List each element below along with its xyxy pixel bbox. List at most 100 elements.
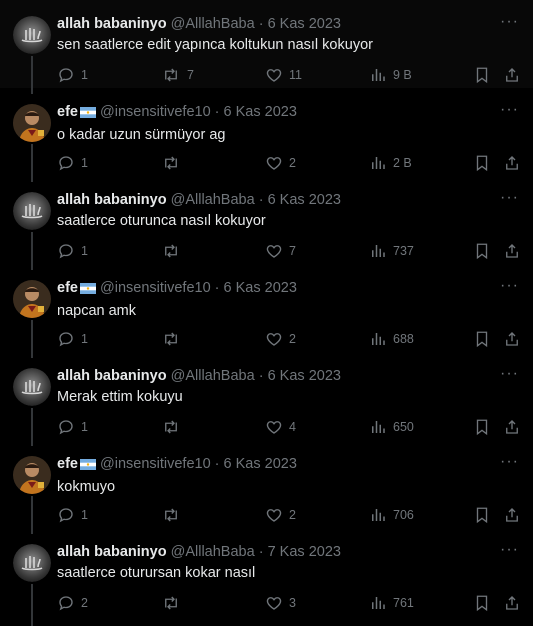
tweet[interactable]: ··· allah babaninyo @AlllahBaba · 6 Kas 2… [0, 352, 533, 446]
share-button[interactable] [503, 154, 523, 172]
heart-icon [265, 330, 283, 348]
retweet-button[interactable] [161, 594, 265, 612]
like-button[interactable]: 4 [265, 418, 369, 436]
share-icon [503, 242, 521, 260]
retweet-button[interactable] [161, 330, 265, 348]
share-icon [503, 154, 521, 172]
tweet-text: Merak ettim kokuyu [57, 389, 183, 405]
display-name[interactable]: efe [57, 280, 78, 296]
retweet-button[interactable] [161, 418, 265, 436]
views-button[interactable]: 688 [369, 330, 473, 348]
retweet-button[interactable] [161, 242, 265, 260]
more-options-icon[interactable]: ··· [500, 542, 519, 558]
separator-dot: · [258, 192, 264, 208]
tweet-date[interactable]: 6 Kas 2023 [224, 104, 297, 120]
reply-button[interactable]: 1 [57, 330, 161, 348]
display-name[interactable]: efe [57, 456, 78, 472]
views-button[interactable]: 2 B [369, 154, 473, 172]
heart-icon [265, 594, 283, 612]
bookmark-button[interactable] [473, 418, 503, 436]
bookmark-button[interactable] [473, 66, 503, 84]
tweet-date[interactable]: 6 Kas 2023 [224, 456, 297, 472]
arabic-calligraphy-avatar[interactable] [13, 16, 51, 54]
reply-button[interactable]: 1 [57, 242, 161, 260]
retweet-button[interactable] [161, 154, 265, 172]
reply-button[interactable]: 1 [57, 66, 161, 84]
share-button[interactable] [503, 242, 523, 260]
like-button[interactable]: 11 [265, 66, 369, 84]
football-player-avatar[interactable] [13, 280, 51, 318]
reply-button[interactable]: 1 [57, 506, 161, 524]
like-button[interactable]: 2 [265, 506, 369, 524]
share-button[interactable] [503, 66, 523, 84]
display-name[interactable]: allah babaninyo [57, 368, 167, 384]
share-button[interactable] [503, 418, 523, 436]
user-handle[interactable]: @insensitivefe10 [100, 456, 211, 472]
display-name[interactable]: allah babaninyo [57, 16, 167, 32]
tweet[interactable]: ··· efe @insensitivefe10 · 6 Kas 2023 napc… [0, 264, 533, 358]
arabic-calligraphy-avatar[interactable] [13, 192, 51, 230]
like-button[interactable]: 2 [265, 154, 369, 172]
display-name[interactable]: allah babaninyo [57, 192, 167, 208]
retweet-icon [161, 66, 181, 84]
like-button[interactable]: 2 [265, 330, 369, 348]
arabic-calligraphy-avatar[interactable] [13, 368, 51, 406]
tweet[interactable]: ··· allah babaninyo @AlllahBaba · 6 Kas 2… [0, 176, 533, 270]
user-handle[interactable]: @insensitivefe10 [100, 104, 211, 120]
reply-icon [57, 154, 75, 172]
bookmark-button[interactable] [473, 594, 503, 612]
tweet-date[interactable]: 7 Kas 2023 [268, 544, 341, 560]
bookmark-button[interactable] [473, 242, 503, 260]
football-player-avatar[interactable] [13, 456, 51, 494]
views-button[interactable]: 650 [369, 418, 473, 436]
like-button[interactable]: 7 [265, 242, 369, 260]
bookmark-button[interactable] [473, 506, 503, 524]
share-icon [503, 506, 521, 524]
more-options-icon[interactable]: ··· [500, 14, 519, 30]
tweet-date[interactable]: 6 Kas 2023 [268, 16, 341, 32]
tweet[interactable]: ··· allah babaninyo @AlllahBaba · 6 Kas 2… [0, 0, 533, 94]
share-button[interactable] [503, 330, 523, 348]
views-icon [369, 594, 387, 612]
share-button[interactable] [503, 506, 523, 524]
tweet-text: napcan amk [57, 303, 136, 319]
tweet[interactable]: ··· allah babaninyo @AlllahBaba · 7 Kas 2… [0, 528, 533, 626]
more-options-icon[interactable]: ··· [500, 190, 519, 206]
retweet-button[interactable] [161, 506, 265, 524]
user-handle[interactable]: @insensitivefe10 [100, 280, 211, 296]
tweet-date[interactable]: 6 Kas 2023 [268, 368, 341, 384]
heart-icon [265, 418, 283, 436]
tweet[interactable]: ··· efe @insensitivefe10 · 6 Kas 2023 kokm… [0, 440, 533, 534]
retweet-button[interactable]: 7 [161, 66, 265, 84]
user-handle[interactable]: @AlllahBaba [171, 368, 255, 384]
reply-button[interactable]: 2 [57, 594, 161, 612]
bookmark-button[interactable] [473, 330, 503, 348]
tweet-actions: 1 4 650 [57, 417, 523, 437]
views-button[interactable]: 706 [369, 506, 473, 524]
bookmark-button[interactable] [473, 154, 503, 172]
tweet-date[interactable]: 6 Kas 2023 [268, 192, 341, 208]
user-handle[interactable]: @AlllahBaba [171, 544, 255, 560]
reply-count: 1 [81, 68, 88, 82]
more-options-icon[interactable]: ··· [500, 102, 519, 118]
views-button[interactable]: 737 [369, 242, 473, 260]
tweet-date[interactable]: 6 Kas 2023 [224, 280, 297, 296]
user-handle[interactable]: @AlllahBaba [171, 16, 255, 32]
display-name[interactable]: allah babaninyo [57, 544, 167, 560]
arabic-calligraphy-avatar[interactable] [13, 544, 51, 582]
views-button[interactable]: 9 B [369, 66, 473, 84]
tweet[interactable]: ··· efe @insensitivefe10 · 6 Kas 2023 o ka… [0, 88, 533, 182]
reply-button[interactable]: 1 [57, 154, 161, 172]
football-player-avatar[interactable] [13, 104, 51, 142]
more-options-icon[interactable]: ··· [500, 278, 519, 294]
retweet-count: 7 [187, 68, 194, 82]
display-name[interactable]: efe [57, 104, 78, 120]
user-handle[interactable]: @AlllahBaba [171, 192, 255, 208]
views-count: 688 [393, 332, 414, 346]
more-options-icon[interactable]: ··· [500, 366, 519, 382]
like-button[interactable]: 3 [265, 594, 369, 612]
more-options-icon[interactable]: ··· [500, 454, 519, 470]
views-button[interactable]: 761 [369, 594, 473, 612]
share-button[interactable] [503, 594, 523, 612]
reply-button[interactable]: 1 [57, 418, 161, 436]
